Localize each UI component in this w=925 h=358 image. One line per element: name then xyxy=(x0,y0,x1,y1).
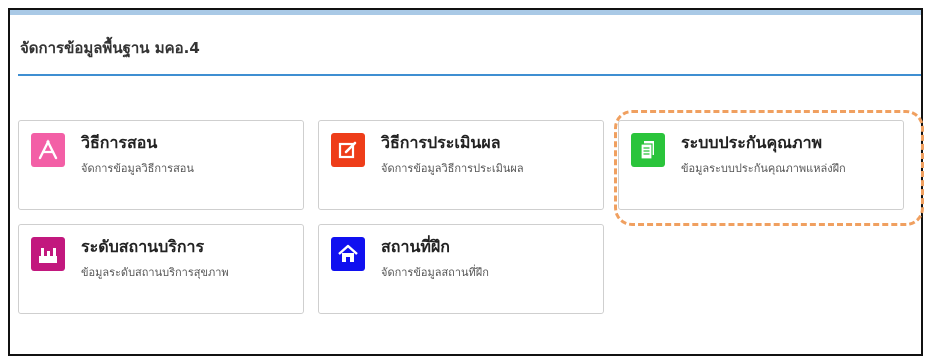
card-title: สถานที่ฝึก xyxy=(381,237,450,256)
page-title: จัดการข้อมูลพื้นฐาน มคอ.4 xyxy=(20,39,200,57)
top-bar xyxy=(10,10,921,15)
card-description: จัดการข้อมูลสถานที่ฝึก xyxy=(381,266,489,279)
edit-icon xyxy=(331,133,365,167)
card-title: ระดับสถานบริการ xyxy=(81,237,205,256)
card-title: วิธีการสอน xyxy=(81,133,158,152)
card-description: ข้อมูลระดับสถานบริการสุขภาพ xyxy=(81,266,229,279)
factory-icon xyxy=(31,237,65,271)
card-title: วิธีการประเมินผล xyxy=(381,133,501,152)
main-panel: จัดการข้อมูลพื้นฐาน มคอ.4 วิธีการสอน จัด… xyxy=(8,8,924,356)
home-icon xyxy=(331,237,365,271)
card-evaluation-methods[interactable]: วิธีการประเมินผล จัดการข้อมูลวิธีการประเ… xyxy=(318,120,604,210)
card-teaching-methods[interactable]: วิธีการสอน จัดการข้อมูลวิธีการสอน xyxy=(18,120,304,210)
card-description: จัดการข้อมูลวิธีการประเมินผล xyxy=(381,162,524,175)
dashed-highlight xyxy=(614,110,924,226)
card-training-places[interactable]: สถานที่ฝึก จัดการข้อมูลสถานที่ฝึก xyxy=(318,224,604,314)
card-description: จัดการข้อมูลวิธีการสอน xyxy=(81,162,194,175)
header-divider xyxy=(18,74,921,76)
app-store-icon xyxy=(31,133,65,167)
card-service-levels[interactable]: ระดับสถานบริการ ข้อมูลระดับสถานบริการสุข… xyxy=(18,224,304,314)
